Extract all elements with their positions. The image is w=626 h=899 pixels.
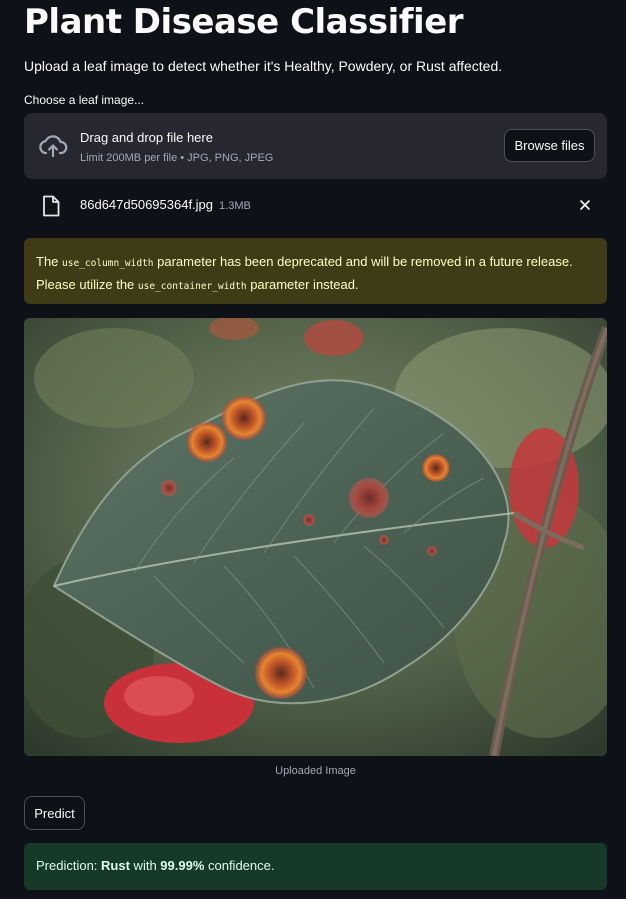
predicted-label: Rust: [101, 858, 130, 873]
browse-files-button[interactable]: Browse files: [504, 129, 595, 162]
result-text: Prediction:: [36, 858, 102, 873]
deprecation-warning: The use_column_width parameter has been …: [24, 238, 607, 304]
result-text: confidence.: [204, 858, 275, 873]
file-size: 1.3MB: [219, 200, 251, 212]
warning-code: use_container_width: [137, 281, 247, 292]
page-title: Plant Disease Classifier: [24, 2, 464, 42]
warning-text: The: [36, 254, 63, 269]
uploader-label: Choose a leaf image...: [24, 93, 145, 107]
cloud-upload-icon: [38, 133, 68, 159]
uploaded-file-row: 86d647d50695364f.jpg 1.3MB: [24, 190, 607, 220]
dropzone-instructions: Drag and drop file here: [80, 130, 213, 145]
image-caption: Uploaded Image: [275, 765, 356, 777]
warning-text: parameter instead.: [246, 277, 359, 292]
dropzone-limit: Limit 200MB per file • JPG, PNG, JPEG: [80, 152, 274, 164]
app-page: Plant Disease Classifier Upload a leaf i…: [0, 0, 626, 899]
file-icon: [42, 195, 60, 217]
confidence-value: 99.99%: [160, 858, 205, 873]
predict-button[interactable]: Predict: [24, 796, 85, 830]
remove-file-button[interactable]: [576, 196, 594, 214]
warning-code: use_column_width: [62, 258, 154, 269]
file-name-text: 86d647d50695364f.jpg: [80, 197, 214, 212]
result-text: with: [129, 858, 161, 873]
uploaded-file-name: 86d647d50695364f.jpg 1.3MB: [80, 197, 251, 212]
file-dropzone[interactable]: Drag and drop file here Limit 200MB per …: [24, 113, 607, 179]
page-subtitle: Upload a leaf image to detect whether it…: [24, 58, 503, 74]
close-icon: [580, 200, 590, 210]
prediction-result: Prediction: Rust with 99.99% confidence.: [24, 843, 607, 890]
uploaded-leaf-image: [24, 318, 607, 756]
